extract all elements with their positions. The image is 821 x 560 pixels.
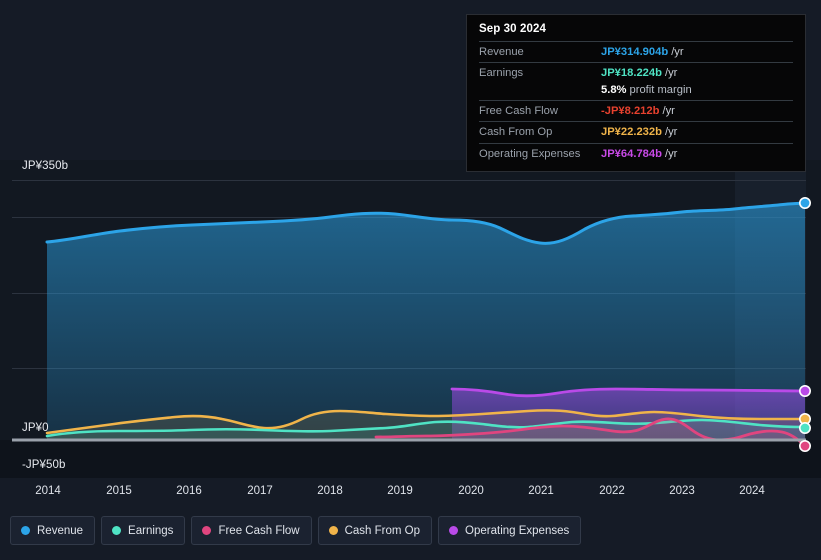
legend-label-free-cash-flow: Free Cash Flow: [218, 524, 300, 537]
endpoint-revenue: [798, 197, 811, 210]
tooltip-value-operating-expenses: JP¥64.784b: [601, 147, 662, 160]
x-tick-label-2014: 2014: [35, 485, 61, 497]
legend-label-revenue: Revenue: [37, 524, 84, 537]
tooltip-label-operating-expenses: Operating Expenses: [479, 147, 581, 160]
tooltip-row-revenue: Revenue JP¥314.904b /yr: [479, 41, 793, 62]
tooltip-value-profit-margin: 5.8%: [601, 84, 627, 97]
endpoint-earnings: [798, 421, 811, 434]
y-tick-label-top: JP¥350b: [22, 160, 69, 172]
tooltip-unit-cash-from-op: /yr: [664, 126, 678, 139]
legend-item-cash-from-op[interactable]: Cash From Op: [317, 516, 433, 545]
x-tick-label-2015: 2015: [106, 485, 132, 497]
x-tick-label-2021: 2021: [528, 485, 554, 497]
x-tick-label-2020: 2020: [458, 485, 484, 497]
legend-item-free-cash-flow[interactable]: Free Cash Flow: [191, 516, 312, 545]
legend-dot-earnings-icon: [112, 526, 122, 535]
tooltip-label-earnings: Earnings: [479, 67, 524, 80]
legend-dot-revenue-icon: [21, 526, 30, 535]
legend-dot-free-cash-flow-icon: [202, 526, 212, 535]
tooltip-row-earnings: Earnings JP¥18.224b /yr: [479, 62, 793, 83]
x-tick-label-2016: 2016: [176, 485, 202, 497]
legend-dot-cash-from-op-icon: [328, 526, 338, 535]
y-tick-label-zero: JP¥0: [22, 422, 49, 434]
endpoint-free-cash-flow: [798, 439, 811, 452]
tooltip-value-cash-from-op: JP¥22.232b: [601, 126, 662, 139]
endpoint-operating-expenses: [798, 384, 811, 397]
tooltip-row-free-cash-flow: Free Cash Flow -JP¥8.212b /yr: [479, 100, 793, 121]
legend-label-cash-from-op: Cash From Op: [344, 524, 421, 537]
x-tick-label-2018: 2018: [317, 485, 343, 497]
x-tick-label-2022: 2022: [599, 485, 625, 497]
chart-tooltip: Sep 30 2024 Revenue JP¥314.904b /yr Earn…: [466, 14, 806, 172]
x-tick-label-2017: 2017: [247, 485, 273, 497]
x-tick-label-2023: 2023: [669, 485, 695, 497]
tooltip-row-operating-expenses: Operating Expenses JP¥64.784b /yr: [479, 142, 793, 164]
tooltip-label-revenue: Revenue: [479, 46, 524, 58]
financial-chart-panel: JP¥350b JP¥0 -JP¥50b 2014 2015 2016 2017…: [0, 0, 821, 560]
tooltip-unit-free-cash-flow: /yr: [662, 105, 675, 118]
tooltip-date: Sep 30 2024: [479, 23, 546, 35]
tooltip-unit-earnings: /yr: [664, 67, 678, 80]
tooltip-value-earnings: JP¥18.224b: [601, 67, 662, 80]
tooltip-value-free-cash-flow: -JP¥8.212b: [601, 105, 660, 118]
x-tick-label-2024: 2024: [739, 485, 765, 497]
tooltip-unit-operating-expenses: /yr: [664, 147, 678, 160]
tooltip-value-revenue: JP¥314.904b: [601, 46, 669, 58]
x-tick-label-2019: 2019: [387, 485, 413, 497]
tooltip-unit-revenue: /yr: [671, 46, 684, 58]
tooltip-label-free-cash-flow: Free Cash Flow: [479, 105, 558, 118]
legend-item-revenue[interactable]: Revenue: [10, 516, 96, 545]
legend-label-earnings: Earnings: [128, 524, 174, 537]
legend-dot-operating-expenses-icon: [449, 526, 459, 535]
tooltip-text-profit-margin: profit margin: [629, 84, 692, 97]
tooltip-label-cash-from-op: Cash From Op: [479, 126, 553, 139]
legend-item-operating-expenses[interactable]: Operating Expenses: [438, 516, 582, 545]
tooltip-row-profit-margin: 5.8% profit margin: [479, 83, 793, 100]
legend-label-operating-expenses: Operating Expenses: [465, 524, 570, 537]
tooltip-row-cash-from-op: Cash From Op JP¥22.232b /yr: [479, 121, 793, 142]
y-tick-label-bottom: -JP¥50b: [22, 459, 66, 471]
legend-item-earnings[interactable]: Earnings: [101, 516, 186, 545]
chart-legend: Revenue Earnings Free Cash Flow Cash Fro…: [10, 516, 582, 545]
